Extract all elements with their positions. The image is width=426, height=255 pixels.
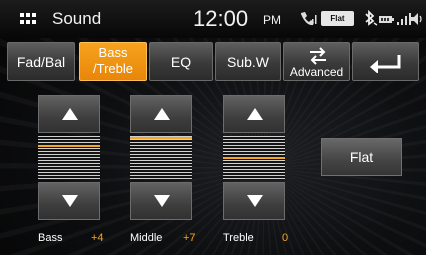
- triangle-down-icon: [247, 195, 263, 207]
- bass-label: Bass: [38, 232, 63, 244]
- triangle-up-icon: [154, 108, 170, 120]
- tab-advanced[interactable]: Advanced: [283, 42, 350, 81]
- tab-label-line1: Bass: [98, 45, 128, 60]
- middle-down-button[interactable]: [130, 182, 192, 220]
- treble-label: Treble: [223, 232, 254, 244]
- tab-fad-bal[interactable]: Fad/Bal: [7, 42, 75, 81]
- level-marker: [130, 137, 192, 139]
- tab-label: Advanced: [289, 65, 344, 79]
- tab-bass-treble[interactable]: Bass /Treble: [79, 42, 147, 81]
- tab-label: EQ: [170, 54, 192, 70]
- tab-sub-w[interactable]: Sub.W: [215, 42, 281, 81]
- bass-up-button[interactable]: [38, 95, 100, 133]
- flat-button[interactable]: Flat: [321, 138, 402, 176]
- triangle-up-icon: [62, 108, 78, 120]
- middle-up-button[interactable]: [130, 95, 192, 133]
- tab-label: Fad/Bal: [16, 54, 66, 70]
- back-arrow-icon: [370, 55, 401, 73]
- status-bar: Sound 12:00 PM Flat: [0, 0, 426, 38]
- swap-arrows-icon: [310, 47, 326, 65]
- middle-level-meter: [130, 136, 192, 180]
- menu-grid-icon[interactable]: [20, 13, 36, 25]
- level-marker: [38, 145, 100, 147]
- tab-label: Sub.W: [226, 54, 269, 70]
- clock-time: 12:00: [193, 6, 249, 31]
- bluetooth-icon: [365, 9, 378, 26]
- triangle-down-icon: [154, 195, 170, 207]
- triangle-down-icon: [62, 195, 78, 207]
- treble-down-button[interactable]: [223, 182, 285, 220]
- triangle-up-icon: [247, 108, 263, 120]
- bass-value: +4: [91, 232, 104, 244]
- back-button[interactable]: [352, 42, 419, 81]
- eq-preset-chip: Flat: [321, 11, 354, 26]
- bass-level-meter: [38, 136, 100, 180]
- tab-label-line2: /Treble: [93, 61, 133, 76]
- tab-label: Bass /Treble: [80, 45, 146, 77]
- treble-up-button[interactable]: [223, 95, 285, 133]
- page-title: Sound: [52, 9, 102, 28]
- level-marker: [223, 157, 285, 159]
- middle-value: +7: [183, 232, 196, 244]
- tab-eq[interactable]: EQ: [149, 42, 213, 81]
- treble-value: 0: [282, 232, 289, 244]
- battery-icon: [379, 16, 394, 23]
- clock-ampm: PM: [263, 13, 281, 27]
- sound-screen: Sound 12:00 PM Flat Fad/Bal Bass /Treble…: [0, 0, 426, 255]
- bass-down-button[interactable]: [38, 182, 100, 220]
- volume-icon: [411, 13, 422, 25]
- middle-label: Middle: [130, 232, 163, 244]
- treble-level-meter: [223, 136, 285, 180]
- phone-signal-icon: [301, 12, 317, 26]
